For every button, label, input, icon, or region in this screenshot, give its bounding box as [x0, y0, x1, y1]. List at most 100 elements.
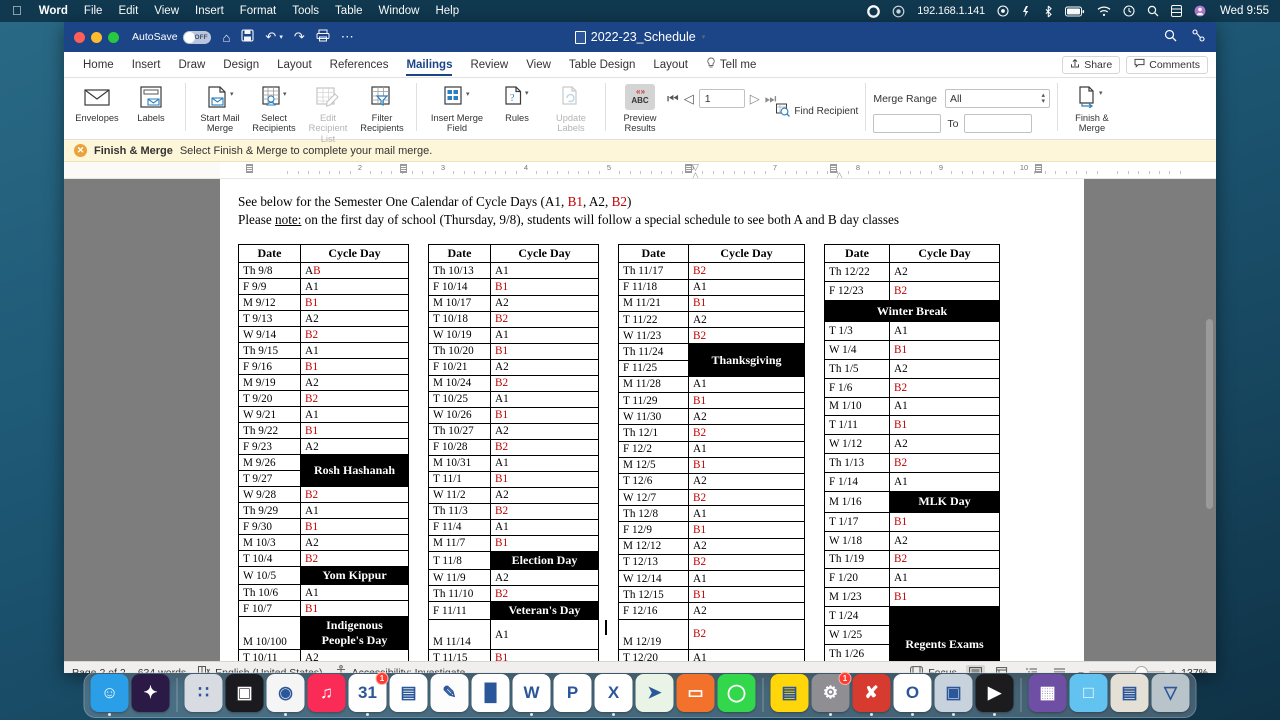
comments-button[interactable]: Comments [1126, 55, 1208, 74]
dock-icon-numbers[interactable]: █ [471, 674, 510, 712]
date-cell[interactable]: W 1/4 [824, 340, 890, 360]
date-cell[interactable]: Th 11/17 [618, 262, 689, 280]
table-row[interactable]: T 10/25 A1 [428, 390, 599, 408]
table-row[interactable]: T 1/11 B1 [824, 415, 1000, 436]
holiday-cell[interactable]: Election Day [490, 550, 599, 571]
date-cell[interactable]: M 1/16 [824, 490, 890, 513]
tab-insert[interactable]: Insert [123, 52, 170, 77]
table-row[interactable]: M 12/5 B1 [618, 456, 805, 474]
table-row[interactable]: Th 12/1 B2 [618, 424, 805, 442]
table-row[interactable]: M 9/12 B1 [238, 294, 409, 312]
table-row[interactable]: F 10/14 B1 [428, 278, 599, 296]
date-cell[interactable]: T 1/24 [824, 606, 890, 626]
cycle-day-cell[interactable]: A1 [889, 568, 1000, 589]
preview-results-button[interactable]: « » ABC Preview Results [613, 81, 667, 134]
date-cell[interactable]: F 9/30 [238, 518, 301, 536]
merge-range-select[interactable]: All ▴ ▾ [944, 89, 1050, 108]
table-row[interactable]: T 11/1 B1 [428, 470, 599, 488]
dock-icon-launchpad[interactable]: ∷ [184, 674, 223, 712]
table-row[interactable]: M 10/31 A1 [428, 454, 599, 472]
date-cell[interactable]: F 10/14 [428, 278, 491, 296]
holiday-cell[interactable]: Yom Kippur [300, 566, 409, 586]
cycle-day-cell[interactable]: A1 [490, 326, 599, 344]
date-cell[interactable]: T 1/3 [824, 321, 890, 342]
table-row[interactable]: M 1/10 A1 [824, 396, 1000, 417]
date-cell[interactable]: F 12/16 [618, 602, 689, 620]
tab-table-layout[interactable]: Layout [644, 52, 697, 77]
table-row[interactable]: W 11/2 A2 [428, 486, 599, 504]
cycle-day-cell[interactable]: A1 [300, 406, 409, 424]
table-row[interactable]: T 9/20 B2 [238, 390, 409, 408]
cycle-day-cell[interactable]: B1 [688, 586, 805, 604]
date-cell[interactable]: T 9/20 [238, 390, 301, 408]
siri-icon[interactable] [1015, 5, 1038, 18]
menu-item-tools[interactable]: Tools [284, 5, 327, 17]
dock-icon-notes[interactable]: ▤ [770, 674, 809, 712]
cycle-day-cell[interactable]: A1 [300, 278, 409, 296]
cycle-day-cell[interactable]: B2 [300, 390, 409, 408]
right-indent-marker[interactable]: △ [836, 170, 843, 178]
date-cell[interactable]: W 1/25 [824, 624, 890, 645]
date-cell[interactable]: F 9/9 [238, 278, 301, 296]
date-cell[interactable]: F 1/6 [824, 377, 890, 398]
ruler-tab-stop[interactable] [1035, 164, 1042, 173]
tab-design[interactable]: Design [214, 52, 268, 77]
cycle-day-cell[interactable]: B1 [889, 587, 1000, 608]
date-cell[interactable]: W 9/14 [238, 326, 301, 344]
date-cell[interactable]: M 9/19 [238, 374, 301, 392]
window-search-icon[interactable] [1164, 29, 1177, 45]
tab-layout[interactable]: Layout [268, 52, 321, 77]
cycle-day-cell[interactable]: B2 [688, 489, 805, 507]
dock-icon-chrome[interactable]: ◉ [266, 674, 305, 716]
share-button[interactable]: Share [1062, 55, 1121, 74]
table-row[interactable]: F 1/6 B2 [824, 377, 1000, 398]
last-record-button[interactable]: ⏭ [765, 91, 777, 107]
holiday-cell[interactable]: Regents Exams [889, 606, 1000, 661]
table-row[interactable]: T 10/11 A2 [238, 649, 409, 661]
table-row[interactable]: M 10/17 A2 [428, 294, 599, 312]
date-cell[interactable]: T 11/1 [428, 470, 491, 488]
date-cell[interactable]: M 1/10 [824, 396, 890, 417]
date-cell[interactable]: Th 10/20 [428, 342, 491, 360]
menu-item-edit[interactable]: Edit [110, 5, 146, 17]
date-cell[interactable]: Th 11/24 [618, 343, 689, 361]
rules-button[interactable]: ? ▾ Rules [490, 81, 544, 123]
table-row[interactable]: M 10/24 B2 [428, 374, 599, 392]
table-row[interactable]: Th 12/15 B1 [618, 586, 805, 604]
cycle-day-cell[interactable]: A1 [889, 396, 1000, 417]
chevron-down-icon[interactable]: ▾ [702, 33, 706, 41]
table-row[interactable]: T 12/13 B2 [618, 553, 805, 572]
date-cell[interactable]: F 9/16 [238, 358, 301, 376]
cycle-day-cell[interactable]: A1 [688, 278, 805, 296]
table-row[interactable]: Th 9/29 A1 [238, 502, 409, 520]
table-row[interactable]: W 9/28 B2 [238, 486, 409, 504]
date-cell[interactable]: M 1/23 [824, 587, 890, 608]
table-row[interactable]: Th 1/19 B2 [824, 549, 1000, 570]
date-cell[interactable]: T 10/25 [428, 390, 491, 408]
cycle-day-cell[interactable]: B1 [300, 294, 409, 312]
cycle-day-cell[interactable]: A2 [889, 530, 1000, 551]
cycle-day-cell[interactable]: A1 [300, 584, 409, 602]
table-row[interactable]: W 11/9 A2 [428, 569, 599, 587]
table-row[interactable]: Th 11/24 Thanksgiving [618, 343, 805, 377]
cycle-day-cell[interactable]: A2 [889, 358, 1000, 379]
cycle-day-cell[interactable]: B2 [889, 281, 1000, 302]
date-cell[interactable]: Th 1/19 [824, 549, 890, 570]
date-cell[interactable]: Th 12/8 [618, 505, 689, 523]
table-row[interactable]: F 10/7 B1 [238, 600, 409, 618]
dock-icon-books[interactable]: ▭ [676, 674, 715, 712]
cycle-day-cell[interactable]: A1 [300, 342, 409, 360]
date-cell[interactable]: W 11/23 [618, 327, 689, 345]
table-row[interactable]: W 1/4 B1 [824, 340, 1000, 360]
table-row[interactable]: M 11/21 B1 [618, 294, 805, 313]
cycle-day-cell[interactable]: A2 [300, 374, 409, 392]
table-row[interactable]: W 9/21 A1 [238, 406, 409, 424]
autosave-control[interactable]: AutoSave OFF [132, 30, 211, 44]
table-row[interactable]: T 11/8 Election Day [428, 550, 599, 571]
table-row[interactable]: T 12/20 A1 [618, 648, 805, 661]
date-cell[interactable]: F 10/28 [428, 438, 491, 456]
insert-merge-field-button[interactable]: ▾ Insert Merge Field [424, 81, 490, 134]
date-cell[interactable]: Th 10/6 [238, 584, 301, 602]
date-cell[interactable]: T 11/22 [618, 310, 689, 329]
table-row[interactable]: Th 1/5 A2 [824, 358, 1000, 379]
